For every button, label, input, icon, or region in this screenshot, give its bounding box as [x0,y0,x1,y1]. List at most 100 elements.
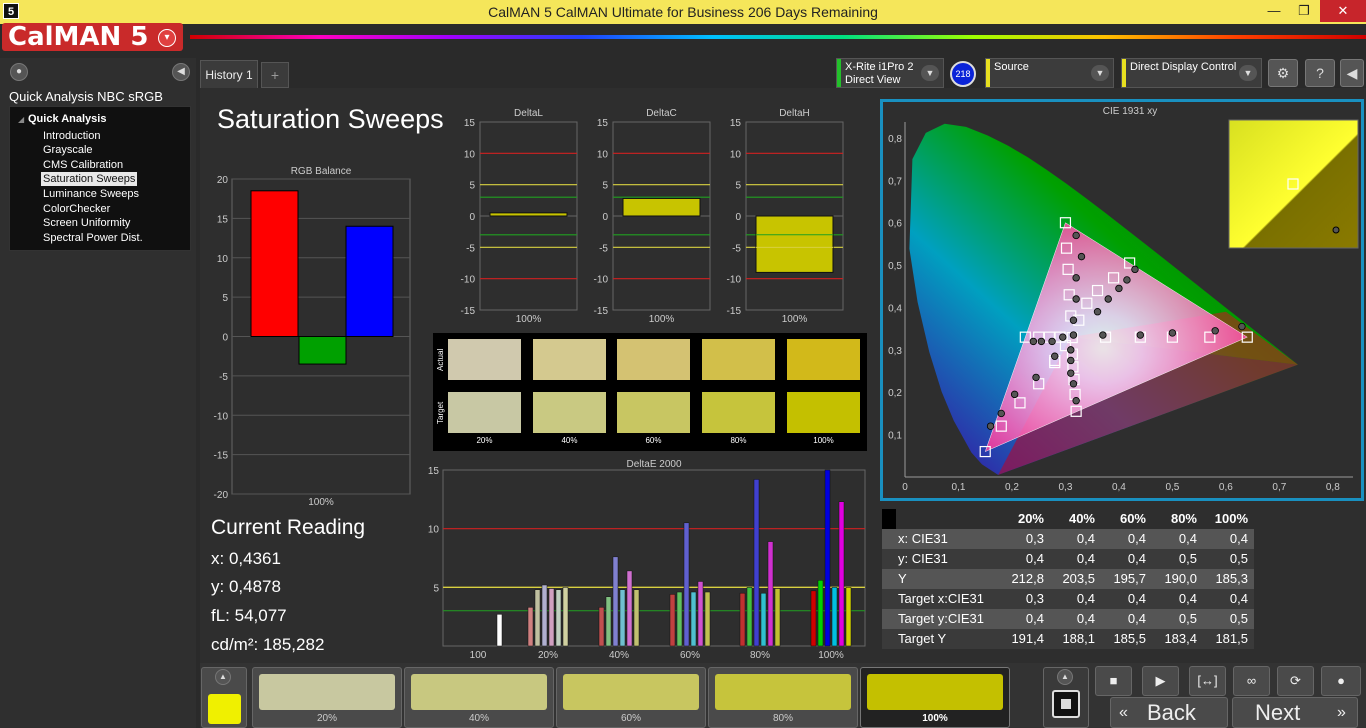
sidebar-collapse-icon[interactable]: ◀ [172,63,190,81]
tree-item-grayscale[interactable]: Grayscale [41,143,95,157]
restore-button[interactable]: ❐ [1289,0,1319,22]
collapse-up-icon[interactable]: ▲ [1057,669,1073,685]
chevron-down-icon[interactable]: ▼ [1091,65,1109,81]
play-icon[interactable]: ▶ [1142,666,1179,696]
page-button-20[interactable]: 20% [252,667,402,728]
rgb-tick-label: 15 [217,214,229,225]
tab-history-1[interactable]: History 1 [200,60,258,88]
cie-measured-marker [1072,295,1080,303]
deltac-tick-label: -5 [599,243,608,254]
tree-item-colorchecker[interactable]: ColorChecker [41,202,112,216]
rgb-tick-label: 10 [217,254,229,265]
table-cell: 0,4 [1229,591,1248,606]
deltac-chart: -15 -10 -5 0 5 10 15 100% [594,118,711,325]
rgb-tick-label: 20 [217,176,229,186]
deltae-bar [760,592,767,647]
page-button-yellow[interactable]: ▲ [201,667,247,728]
help-icon[interactable]: ? [1305,59,1335,87]
stop-big-icon[interactable] [1052,690,1080,718]
deltae-bar [676,591,683,647]
cie-measured-marker [1029,337,1038,346]
page-swatch-20 [259,674,395,710]
page-button-60[interactable]: 60% [556,667,706,728]
add-tab-button[interactable]: + [261,62,289,88]
source-selector[interactable]: Source ▼ [985,58,1114,88]
table-cell: 195,7 [1113,571,1146,586]
tree-item-saturation-sweeps[interactable]: Saturation Sweeps [41,172,138,186]
actual-swatch-80 [702,339,775,380]
cie-inset-measured [1332,226,1340,234]
actual-label: Actual [436,348,445,371]
cie-measured-marker [1067,346,1075,354]
tree-expand-icon[interactable]: ◢ [18,115,24,124]
swatch-label-40: 40% [561,436,578,445]
cie-measured-marker [1010,390,1019,399]
logo-menu-chevron-icon[interactable]: ▾ [158,29,176,47]
table-cell: 181,5 [1215,631,1248,646]
deltal-bar [489,212,568,217]
table-row: Target y:CIE31 0,4 0,4 0,4 0,5 0,5 [882,609,1254,629]
deltah-tick-label: 15 [730,118,742,129]
tree-item-cms-calibration[interactable]: CMS Calibration [41,158,125,172]
collapse-up-icon[interactable]: ▲ [215,669,231,685]
rgb-tick-label: -20 [214,490,229,501]
table-row: y: CIE31 0,4 0,4 0,4 0,5 0,5 [882,549,1254,569]
swatch-label-80: 80% [730,436,747,445]
table-row: x: CIE31 0,3 0,4 0,4 0,4 0,4 [882,529,1254,549]
table-cell: 203,5 [1062,571,1095,586]
back-button[interactable]: « Back [1110,697,1228,728]
tree-item-spectral-power[interactable]: Spectral Power Dist. [41,231,145,245]
cie-measured-marker [1067,369,1075,377]
deltae-bar [541,584,548,647]
meter-selector[interactable]: X-Rite i1Pro 2 Direct View ▼ [836,58,944,88]
window-title: CalMAN 5 CalMAN Ultimate for Business 20… [0,0,1366,24]
deltah-tick-label: -10 [727,275,742,286]
deltae-bar [810,590,817,647]
next-button[interactable]: Next » [1232,697,1358,728]
cie-measured-marker [1093,308,1102,316]
target-swatch-20 [448,392,521,433]
tree-root[interactable]: Quick Analysis [28,113,106,125]
deltal-chart: -15 -10 -5 0 5 10 15 100% [461,118,578,325]
stop-icon[interactable]: ■ [1095,666,1132,696]
cie-measured-marker [1037,337,1046,346]
deltae-bar [817,580,824,647]
deltae-tick-label: 10 [428,525,440,536]
table-cell: 0,4 [1076,591,1095,606]
cie-measured-marker [1123,276,1131,284]
table-cell: 0,4 [1025,611,1044,626]
minimize-button[interactable]: — [1259,0,1289,22]
page-swatch-yellow [208,694,241,724]
tree-item-screen-uniformity[interactable]: Screen Uniformity [41,216,132,230]
deltae-xlabel: 60% [680,650,700,661]
deltae-xlabel: 80% [750,650,770,661]
display-selector[interactable]: Direct Display Control ▼ [1121,58,1262,88]
table-cell: 0,4 [1127,531,1146,546]
loop-icon[interactable]: ∞ [1233,666,1270,696]
panel-collapse-icon[interactable]: ◀ [1340,59,1364,87]
page-label-100: 100% [922,713,948,724]
cie-measured-marker [1069,331,1078,339]
chevron-down-icon[interactable]: ▼ [1239,65,1257,81]
page-button-100[interactable]: 100% [860,667,1010,728]
record-icon[interactable]: ● [1321,666,1361,696]
page-button-80[interactable]: 80% [708,667,858,728]
calman-logo[interactable]: CalMAN 5 [2,23,183,51]
page-swatch-40 [411,674,547,710]
workflow-title: Quick Analysis NBC sRGB [9,89,163,104]
settings-gear-icon[interactable]: ⚙ [1268,59,1298,87]
chevron-down-icon[interactable]: ▼ [921,65,939,81]
tree-item-luminance-sweeps[interactable]: Luminance Sweeps [41,187,141,201]
page-button-40[interactable]: 40% [404,667,554,728]
cie-y-tick: 0,3 [888,346,902,357]
close-button[interactable]: ✕ [1320,0,1366,22]
sidebar-home-icon[interactable]: ● [10,63,28,81]
refresh-icon[interactable]: ⟳ [1277,666,1314,696]
table-corner [882,509,896,529]
tree-item-introduction[interactable]: Introduction [41,129,102,143]
deltae-bar [633,589,640,647]
read-continuous-icon[interactable]: [↔] [1189,666,1226,696]
deltac-tick-label: -10 [594,275,609,286]
stop-all-panel: ▲ [1043,667,1089,728]
deltac-tick-label: 15 [597,118,609,129]
